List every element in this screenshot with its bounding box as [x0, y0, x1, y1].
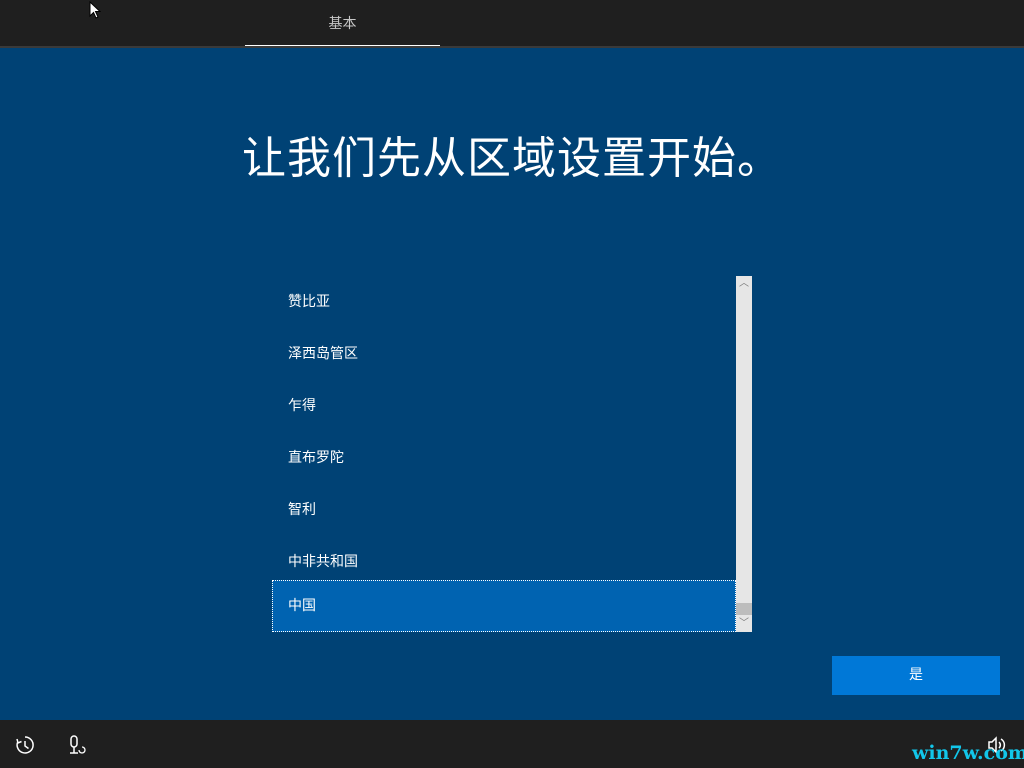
region-list-scrollbar[interactable]: ︿ ﹀	[736, 276, 752, 632]
top-bar: 基本	[0, 0, 1024, 47]
page-title: 让我们先从区域设置开始。	[242, 133, 782, 184]
ease-of-access-icon[interactable]	[14, 734, 36, 756]
scroll-down-icon[interactable]: ﹀	[736, 616, 752, 632]
scroll-up-icon[interactable]: ︿	[736, 276, 752, 292]
microphone-icon[interactable]	[64, 734, 86, 756]
tab-basics[interactable]: 基本	[245, 0, 440, 47]
watermark-logo: win7w.com	[912, 742, 1024, 764]
region-item-jersey[interactable]: 泽西岛管区	[272, 328, 736, 380]
oobe-main-panel: 让我们先从区域设置开始。 赞比亚 泽西岛管区 乍得 直布罗陀 智利 中非共和国 …	[0, 48, 1024, 720]
region-list-box[interactable]: 赞比亚 泽西岛管区 乍得 直布罗陀 智利 中非共和国 中国 ︿ ﹀	[272, 276, 752, 632]
tab-basics-label: 基本	[328, 16, 357, 32]
region-list[interactable]: 赞比亚 泽西岛管区 乍得 直布罗陀 智利 中非共和国 中国	[272, 276, 736, 632]
region-item-chad[interactable]: 乍得	[272, 380, 736, 432]
bottom-bar: win7w.com	[0, 720, 1024, 768]
region-item-zambia[interactable]: 赞比亚	[272, 276, 736, 328]
region-item-china-selected[interactable]: 中国	[272, 580, 736, 632]
scrollbar-thumb[interactable]	[736, 603, 752, 615]
mouse-cursor-icon	[89, 1, 101, 19]
yes-button[interactable]: 是	[832, 656, 1000, 695]
region-item-gibraltar[interactable]: 直布罗陀	[272, 432, 736, 484]
region-item-chile[interactable]: 智利	[272, 484, 736, 536]
